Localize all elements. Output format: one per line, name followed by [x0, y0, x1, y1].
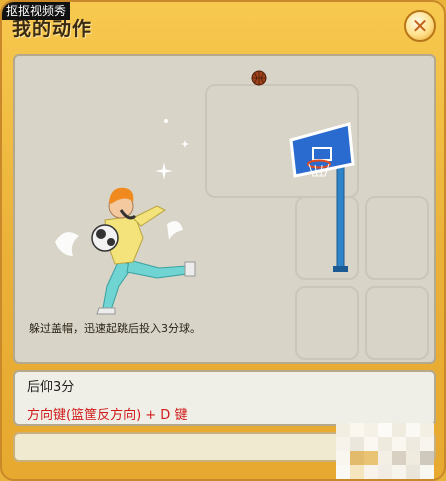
background-decoration — [295, 286, 359, 360]
move-info-panel: 后仰3分 方向键(篮筐反方向) + D 键 — [13, 370, 436, 426]
move-description: 躲过盖帽，迅速起跳后投入3分球。 — [29, 322, 201, 335]
move-name: 后仰3分 — [27, 380, 75, 395]
watermark-label: 抠抠视频秀 — [2, 2, 71, 20]
basketball-icon — [251, 70, 267, 86]
close-button[interactable]: ✕ — [404, 10, 436, 42]
my-moves-window: 抠抠视频秀 我的动作 ✕ 躲过盖帽，迅速起跳后投入3分球。 后仰3分 方向键(篮… — [0, 0, 446, 481]
censor-mosaic — [336, 423, 442, 479]
basketball-hoop-icon — [289, 122, 355, 272]
move-preview-panel: 躲过盖帽，迅速起跳后投入3分球。 — [13, 54, 436, 364]
close-icon: ✕ — [411, 14, 429, 38]
sparkle-icon — [164, 119, 168, 123]
background-decoration — [365, 196, 429, 280]
move-key-combo: 方向键(篮筐反方向) + D 键 — [27, 408, 188, 423]
background-decoration — [365, 286, 429, 360]
player-character — [55, 187, 196, 315]
sparkle-icon — [181, 140, 189, 148]
